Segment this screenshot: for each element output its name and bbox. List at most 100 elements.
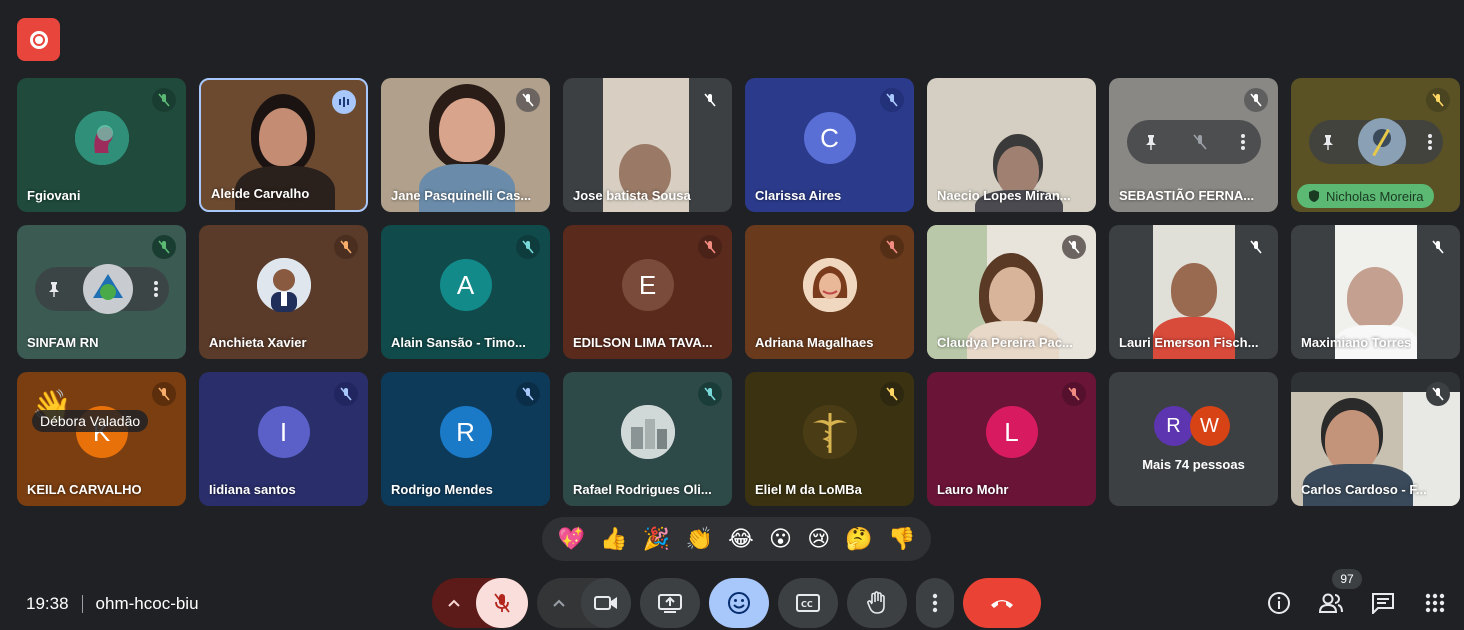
reaction-surprised[interactable]: 😮 [769, 526, 792, 552]
reactions-button[interactable] [709, 578, 769, 628]
reaction-sad[interactable]: 😢 [807, 526, 830, 552]
captions-button[interactable]: CC [778, 578, 838, 628]
meeting-code[interactable]: ohm-hcoc-biu [96, 594, 199, 614]
call-end-icon [991, 600, 1013, 608]
avatar [802, 405, 857, 459]
mic-off-icon [516, 88, 540, 112]
smiley-icon [728, 592, 750, 614]
reaction-thinking[interactable]: 🤔 [845, 526, 872, 552]
recording-indicator[interactable] [17, 18, 60, 61]
participant-tile[interactable]: Rafael Rodrigues Oli... [563, 372, 732, 506]
participant-tile[interactable]: Anchieta Xavier [199, 225, 368, 359]
participant-name: SEBASTIÃO FERNA... [1119, 188, 1255, 203]
avatar [802, 258, 857, 312]
participant-tile[interactable]: Adriana Magalhaes [745, 225, 914, 359]
avatar: R [1153, 406, 1194, 446]
reaction-thumbs-up[interactable]: 👍 [600, 526, 627, 552]
chat-button[interactable] [1370, 590, 1396, 616]
more-participants-tile[interactable]: R W Mais 74 pessoas [1109, 372, 1278, 506]
people-button[interactable] [1318, 590, 1344, 616]
reaction-heart[interactable]: 💖 [558, 526, 585, 552]
participant-tile[interactable]: L Lauro Mohr [927, 372, 1096, 506]
participant-tile[interactable]: Jose batista Sousa [563, 78, 732, 212]
videocam-icon [594, 596, 617, 610]
participant-tile[interactable]: E EDILSON LIMA TAVA... [563, 225, 732, 359]
more-vert-icon[interactable] [1240, 133, 1246, 151]
more-vert-icon [932, 593, 938, 613]
mic-off-icon [698, 235, 722, 259]
participant-tile[interactable]: C Clarissa Aires [745, 78, 914, 212]
mic-toggle-button[interactable] [476, 578, 528, 628]
avatar [83, 264, 133, 314]
reaction-party[interactable]: 🎉 [643, 526, 670, 552]
leave-call-button[interactable] [963, 578, 1041, 628]
participant-name: Anchieta Xavier [209, 335, 307, 350]
participant-name: Alain Sansão - Timo... [391, 335, 526, 350]
mic-off-icon [880, 382, 904, 406]
participant-name: Naecio Lopes Miran... [937, 188, 1071, 203]
avatar: W [1189, 406, 1230, 446]
avatar: I [257, 406, 310, 458]
participant-name: Maximiano Torres [1301, 335, 1412, 350]
participant-name: Fgiovani [27, 188, 81, 203]
participant-tile[interactable]: Maximiano Torres [1291, 225, 1460, 359]
participant-name: Rodrigo Mendes [391, 482, 493, 497]
participant-tile[interactable]: Naecio Lopes Miran... [927, 78, 1096, 212]
mic-off-icon [516, 235, 540, 259]
participant-count-badge: 97 [1332, 569, 1362, 589]
mic-off-icon [698, 88, 722, 112]
meeting-info: 19:38 ohm-hcoc-biu [26, 594, 199, 614]
participant-name: Iidiana santos [209, 482, 296, 497]
more-vert-icon[interactable] [1427, 133, 1433, 151]
participant-tile-speaking[interactable]: Aleide Carvalho [199, 78, 368, 212]
reaction-laugh[interactable]: 😂 [728, 526, 754, 552]
activities-button[interactable] [1422, 590, 1448, 616]
participant-tile[interactable]: I Iidiana santos [199, 372, 368, 506]
raise-hand-button[interactable] [847, 578, 907, 628]
participant-name: SINFAM RN [27, 335, 99, 350]
participant-tile[interactable]: R Rodrigo Mendes [381, 372, 550, 506]
chat-icon [1372, 593, 1394, 614]
mic-off-icon [1062, 235, 1086, 259]
camera-toggle-button[interactable] [581, 578, 631, 628]
avatar: L [985, 406, 1038, 458]
chevron-up-icon [448, 599, 460, 607]
reaction-clap[interactable]: 👏 [685, 526, 712, 552]
more-options-button[interactable] [916, 578, 954, 628]
participant-name: Eliel M da LoMBa [755, 482, 862, 497]
video-options-button[interactable] [537, 599, 581, 607]
mute-participant-icon[interactable] [1191, 133, 1209, 151]
audio-options-button[interactable] [432, 599, 476, 607]
participant-tile[interactable]: Fgiovani [17, 78, 186, 212]
present-screen-button[interactable] [640, 578, 700, 628]
participant-name: Adriana Magalhaes [755, 335, 874, 350]
tile-controls [1309, 118, 1443, 166]
participant-tile[interactable]: Eliel M da LoMBa [745, 372, 914, 506]
participant-tile[interactable]: Carlos Cardoso - F... [1291, 372, 1460, 506]
avatar [256, 258, 311, 312]
participant-tile[interactable]: Claudya Pereira Pac... [927, 225, 1096, 359]
participant-tile[interactable]: SEBASTIÃO FERNA... [1109, 78, 1278, 212]
mic-off-icon [494, 593, 510, 613]
more-vert-icon[interactable] [153, 280, 159, 298]
participant-tile[interactable]: Lauri Emerson Fisch... [1109, 225, 1278, 359]
meeting-details-button[interactable] [1266, 590, 1292, 616]
participant-tile[interactable]: A Alain Sansão - Timo... [381, 225, 550, 359]
participant-name: Aleide Carvalho [211, 186, 310, 201]
mic-off-icon [1426, 382, 1450, 406]
pin-icon[interactable] [1142, 133, 1160, 151]
reaction-thumbs-down[interactable]: 👎 [888, 526, 915, 552]
participant-tile[interactable]: Jane Pasquinelli Cas... [381, 78, 550, 212]
reactions-bar: 💖 👍 🎉 👏 😂 😮 😢 🤔 👎 [542, 517, 931, 561]
participant-tile[interactable]: Nicholas Moreira [1291, 78, 1460, 212]
participant-tile[interactable]: SINFAM RN [17, 225, 186, 359]
participant-name: Claudya Pereira Pac... [937, 335, 1073, 350]
participant-name: Jane Pasquinelli Cas... [391, 188, 531, 203]
participant-name: Jose batista Sousa [573, 188, 691, 203]
present-screen-icon [658, 594, 682, 613]
meeting-time: 19:38 [26, 594, 69, 613]
pin-icon[interactable] [1319, 133, 1337, 151]
pin-icon[interactable] [45, 280, 63, 298]
mic-control-group [432, 578, 528, 628]
mic-off-icon [1062, 382, 1086, 406]
